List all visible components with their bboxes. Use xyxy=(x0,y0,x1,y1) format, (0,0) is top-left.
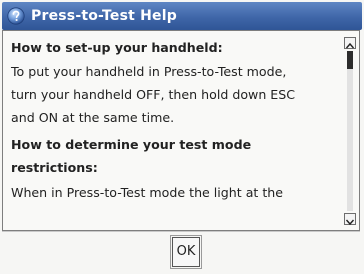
vertical-scrollbar[interactable] xyxy=(344,37,357,226)
scroll-up-button[interactable] xyxy=(344,37,356,49)
scroll-thumb[interactable] xyxy=(347,51,353,69)
help-dialog: Press-to-Test Help How to set-up your ha… xyxy=(0,0,364,274)
heading-line: How to determine your test mode xyxy=(11,137,252,152)
body-line: To put your handheld in Press-to-Test mo… xyxy=(11,64,287,79)
section-body: When in Press-to-Test mode the light at … xyxy=(11,181,337,204)
ok-button[interactable]: OK xyxy=(170,235,202,269)
heading-line: How to set-up your handheld: xyxy=(11,40,223,55)
section-heading: How to determine your test mode restrict… xyxy=(11,133,337,179)
section-body: To put your handheld in Press-to-Test mo… xyxy=(11,60,337,129)
scroll-up-arrow-icon xyxy=(345,42,355,49)
help-question-icon xyxy=(7,7,25,25)
button-divider xyxy=(2,231,360,232)
body-line: turn your handheld OFF, then hold down E… xyxy=(11,87,296,102)
body-line: and ON at the same time. xyxy=(11,110,175,125)
scroll-track[interactable] xyxy=(347,51,353,211)
body-line: When in Press-to-Test mode the light at … xyxy=(11,185,284,200)
scroll-down-arrow-icon xyxy=(345,219,355,226)
help-content-pane[interactable]: How to set-up your handheld: To put your… xyxy=(2,30,360,231)
help-text: How to set-up your handheld: To put your… xyxy=(11,37,337,208)
section-heading: How to set-up your handheld: xyxy=(11,37,337,58)
window-title: Press-to-Test Help xyxy=(31,8,177,24)
title-bar[interactable]: Press-to-Test Help xyxy=(2,2,362,30)
scroll-down-button[interactable] xyxy=(344,213,356,226)
heading-line: restrictions: xyxy=(11,160,98,175)
